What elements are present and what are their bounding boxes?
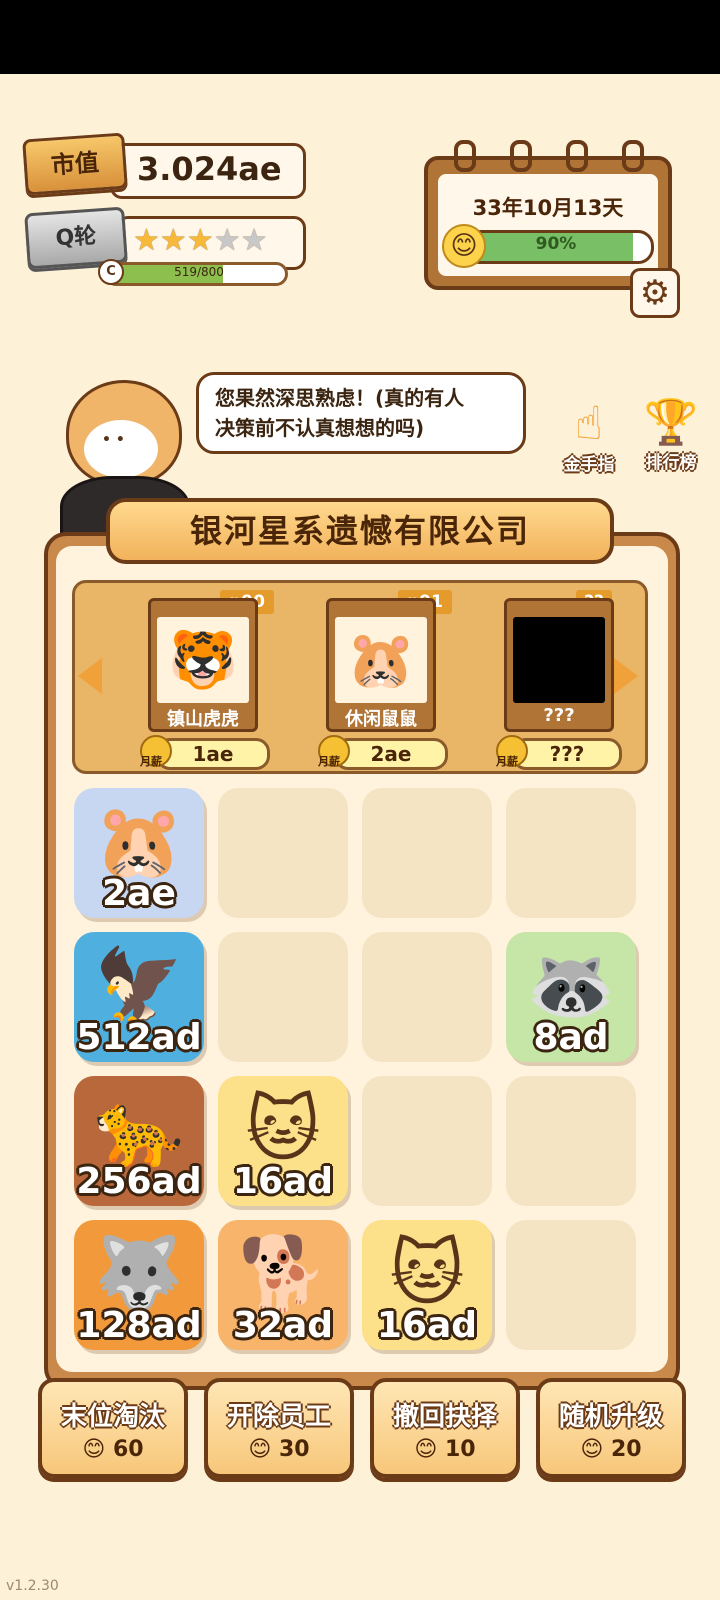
star-empty-icon: ★: [240, 223, 268, 258]
candidate-name: 休闲鼠鼠: [345, 709, 417, 730]
star-empty-icon: ★: [213, 223, 241, 258]
employee-tile[interactable]: 🐱 16ad: [218, 1076, 348, 1206]
tile-value: 32ad: [232, 1305, 334, 1346]
action-label: 撤回抉择: [392, 1402, 497, 1432]
smile-face-icon: 😊: [580, 1437, 604, 1462]
card-frame: 🐯 镇山虎虎: [148, 598, 258, 732]
speech-line-1: 您果然深思熟虑！(真的有人: [215, 386, 465, 410]
tile-value: 512ad: [76, 1017, 202, 1058]
star-filled-icon: ★: [133, 223, 160, 258]
empty-slot[interactable]: [362, 932, 492, 1062]
star-filled-icon: ★: [186, 223, 214, 258]
smile-face-icon: 😊: [442, 224, 486, 268]
empty-slot[interactable]: [506, 1076, 636, 1206]
salary-label: 月薪: [318, 755, 340, 768]
fire-employee-button[interactable]: 开除员工 😊 30: [204, 1378, 354, 1478]
empty-slot[interactable]: [506, 1220, 636, 1350]
mood-percent: 90%: [535, 234, 577, 254]
salary-box: 2ae: [334, 738, 448, 770]
market-value-label: 市值: [22, 132, 128, 196]
employee-tile[interactable]: 🐕 32ad: [218, 1220, 348, 1350]
employee-tile[interactable]: 🐹 2ae: [74, 788, 204, 918]
salary-label: 月薪: [496, 755, 518, 768]
employee-grid: 🐹 2ae 🦅 512ad 🦝 8ad 🐆 256ad 🐱 16ad 🐺 128ad 🐕 32ad 🐱 16a…: [74, 788, 650, 1364]
gear-icon[interactable]: ⚙: [630, 268, 680, 318]
eliminate-last-button[interactable]: 末位淘汰 😊 60: [38, 1378, 188, 1478]
calendar-ring: [622, 140, 644, 172]
employee-tile[interactable]: 🦅 512ad: [74, 932, 204, 1062]
tile-value: 128ad: [76, 1305, 202, 1346]
action-cost: 😊 10: [414, 1437, 476, 1462]
version-label: v1.2.30: [6, 1578, 59, 1594]
tile-value: 16ad: [232, 1161, 334, 1202]
golden-finger-button[interactable]: ☝ 金手指: [556, 396, 622, 475]
tile-value: 2ae: [102, 873, 176, 914]
rating-stars: ★★★★★: [133, 226, 268, 256]
calendar-page: 33年10月13天 90% 😊: [438, 174, 658, 276]
action-cost: 😊 20: [580, 1437, 642, 1462]
empty-slot[interactable]: [506, 788, 636, 918]
tile-value: 16ad: [376, 1305, 478, 1346]
market-value: 3.024ae: [137, 150, 282, 188]
calendar-ring: [566, 140, 588, 172]
empty-slot[interactable]: [218, 932, 348, 1062]
salary-box: 1ae: [156, 738, 270, 770]
xp-text: 519/800: [174, 265, 224, 279]
undo-choice-button[interactable]: 撤回抉择 😊 10: [370, 1378, 520, 1478]
employee-tile[interactable]: 🐱 16ad: [362, 1220, 492, 1350]
candidate-name: 镇山虎虎: [167, 709, 239, 730]
speech-bubble: 您果然深思熟虑！(真的有人 决策前不认真想想的吗): [196, 372, 526, 454]
smile-face-icon: 😊: [248, 1437, 272, 1462]
star-filled-icon: ★: [159, 223, 187, 258]
silhouette-avatar-icon: 🐿: [513, 617, 605, 703]
empty-slot[interactable]: [362, 1076, 492, 1206]
tile-value: 8ad: [533, 1017, 609, 1058]
company-name: 银河星系遗憾有限公司: [106, 498, 614, 564]
right-arrow-icon[interactable]: [614, 658, 638, 694]
tiger-avatar-icon: 🐯: [157, 617, 249, 703]
status-bar: [0, 0, 720, 74]
random-upgrade-button[interactable]: 随机升级 😊 20: [536, 1378, 686, 1478]
empty-slot[interactable]: [218, 788, 348, 918]
candidate-name: ???: [543, 705, 575, 726]
action-label: 开除员工: [226, 1402, 331, 1432]
salary-label: 月薪: [140, 755, 162, 768]
hamster-avatar-icon: 🐹: [335, 617, 427, 703]
grade-badge: C: [98, 259, 124, 285]
smile-face-icon: 😊: [414, 1437, 438, 1462]
pointing-hand-icon: ☝: [574, 396, 603, 450]
employee-tile[interactable]: 🐆 256ad: [74, 1076, 204, 1206]
salary-box: ???: [512, 738, 622, 770]
action-label: 随机升级: [558, 1402, 663, 1432]
empty-slot[interactable]: [362, 788, 492, 918]
left-arrow-icon[interactable]: [78, 658, 102, 694]
market-value-box: 3.024ae: [110, 143, 306, 199]
action-cost: 😊 30: [248, 1437, 310, 1462]
action-cost: 😊 60: [82, 1437, 144, 1462]
calendar-ring: [454, 140, 476, 172]
action-label: 末位淘汰: [60, 1402, 165, 1432]
card-frame: 🐹 休闲鼠鼠: [326, 598, 436, 732]
speech-line-2: 决策前不认真想想的吗): [215, 416, 425, 440]
employee-tile[interactable]: 🐺 128ad: [74, 1220, 204, 1350]
employee-tile[interactable]: 🦝 8ad: [506, 932, 636, 1062]
leaderboard-button[interactable]: 🏆 排行榜: [636, 396, 706, 473]
smile-face-icon: 😊: [82, 1437, 106, 1462]
tile-value: 256ad: [76, 1161, 202, 1202]
trophy-icon: 🏆: [643, 397, 699, 448]
card-frame: 🐿 ???: [504, 598, 614, 732]
calendar-date: 33年10月13天: [472, 196, 624, 220]
calendar-ring: [510, 140, 532, 172]
